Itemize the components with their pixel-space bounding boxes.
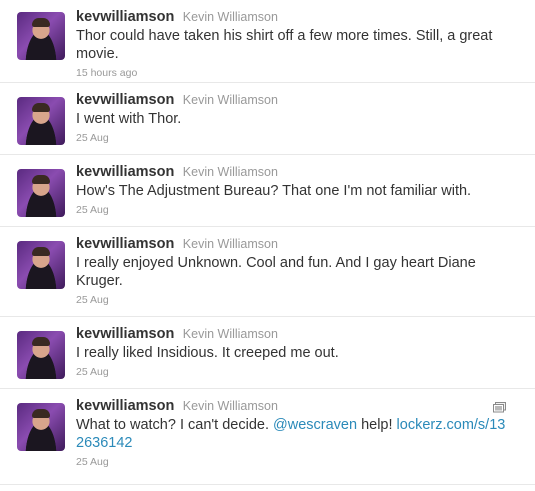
screen-name[interactable]: kevwilliamson [76, 9, 174, 25]
tweet-item[interactable]: kevwilliamson Kevin Williamson I really … [0, 227, 535, 317]
mention-link[interactable]: @wescraven [273, 417, 357, 433]
timestamp[interactable]: 25 Aug [76, 131, 525, 145]
tweet-text: I went with Thor. [76, 111, 182, 127]
timestamp[interactable]: 15 hours ago [76, 66, 525, 80]
avatar[interactable] [17, 331, 65, 379]
full-name: Kevin Williamson [182, 399, 278, 413]
full-name: Kevin Williamson [182, 93, 278, 107]
tweet-text-part: What to watch? I can't decide. [76, 417, 274, 433]
full-name: Kevin Williamson [182, 327, 278, 341]
avatar[interactable] [17, 403, 65, 451]
full-name: Kevin Williamson [182, 10, 278, 24]
screen-name[interactable]: kevwilliamson [76, 326, 174, 342]
timestamp[interactable]: 25 Aug [76, 293, 525, 307]
photo-icon[interactable] [493, 402, 506, 413]
avatar[interactable] [17, 12, 65, 60]
tweet-text: What to watch? I can't decide. @wescrave… [76, 416, 506, 452]
screen-name[interactable]: kevwilliamson [76, 92, 174, 108]
tweet-text-part: help! [357, 417, 397, 433]
avatar[interactable] [17, 241, 65, 289]
timestamp[interactable]: 25 Aug [76, 455, 525, 469]
screen-name[interactable]: kevwilliamson [76, 164, 174, 180]
tweet-text: Thor could have taken his shirt off a fe… [76, 28, 493, 62]
tweet-text: I really liked Insidious. It creeped me … [76, 345, 339, 361]
tweet-text: How's The Adjustment Bureau? That one I'… [76, 183, 472, 199]
avatar[interactable] [17, 169, 65, 217]
tweet-item[interactable]: kevwilliamson Kevin Williamson How's The… [0, 155, 535, 227]
tweet-item[interactable]: kevwilliamson Kevin Williamson I went wi… [0, 83, 535, 155]
tweet-timeline: kevwilliamson Kevin Williamson Thor coul… [0, 0, 535, 485]
tweet-item[interactable]: kevwilliamson Kevin Williamson Thor coul… [0, 0, 535, 83]
tweet-item[interactable]: kevwilliamson Kevin Williamson What to w… [0, 389, 535, 485]
avatar[interactable] [17, 97, 65, 145]
timestamp[interactable]: 25 Aug [76, 365, 525, 379]
timestamp[interactable]: 25 Aug [76, 203, 525, 217]
screen-name[interactable]: kevwilliamson [76, 236, 174, 252]
tweet-text: I really enjoyed Unknown. Cool and fun. … [76, 255, 476, 289]
full-name: Kevin Williamson [182, 165, 278, 179]
tweet-item[interactable]: kevwilliamson Kevin Williamson I really … [0, 317, 535, 389]
screen-name[interactable]: kevwilliamson [76, 398, 174, 414]
full-name: Kevin Williamson [182, 237, 278, 251]
